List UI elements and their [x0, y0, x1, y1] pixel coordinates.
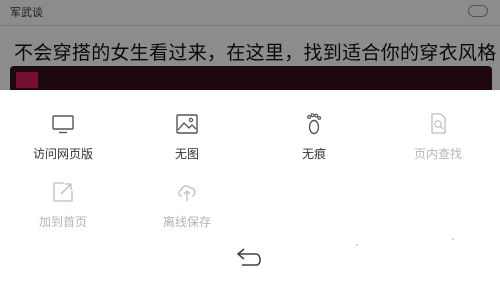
menu-item-label: 无图 [174, 147, 199, 161]
menu-item-label: 无痕 [301, 147, 326, 161]
menu-item-no-images[interactable]: 无图 [137, 112, 237, 162]
back-arrow-icon[interactable] [234, 246, 268, 272]
menu-item-offline-save[interactable]: 离线保存 [137, 180, 237, 230]
browser-screen: 军武谈 不会穿搭的女生看过来，在这里，找到适合你的穿衣风格！ 访问网页版 无图 [0, 0, 500, 282]
menu-item-label: 加到首页 [38, 215, 87, 229]
menu-item-label: 离线保存 [162, 215, 211, 229]
image-icon [176, 114, 198, 134]
menu-item-incognito[interactable]: 无痕 [264, 112, 364, 162]
monitor-icon [52, 115, 74, 134]
menu-item-visit-web-version[interactable]: 访问网页版 [13, 112, 113, 162]
menu-item-label: 访问网页版 [32, 147, 93, 161]
menu-item-add-to-home[interactable]: 加到首页 [13, 180, 113, 230]
menu-item-find-in-page[interactable]: 页内查找 [388, 112, 488, 162]
cloud-save-icon [178, 185, 196, 201]
menu-item-label: 页内查找 [413, 147, 462, 161]
decorative-dot [356, 244, 358, 246]
options-menu-sheet: 访问网页版 无图 无痕 页内查找 加到首页 离线保存 [0, 90, 500, 282]
add-to-home-icon [53, 182, 73, 202]
decorative-dot [452, 238, 454, 240]
footprint-icon [307, 113, 322, 135]
find-in-page-icon [431, 113, 446, 134]
dim-overlay[interactable] [0, 0, 500, 90]
